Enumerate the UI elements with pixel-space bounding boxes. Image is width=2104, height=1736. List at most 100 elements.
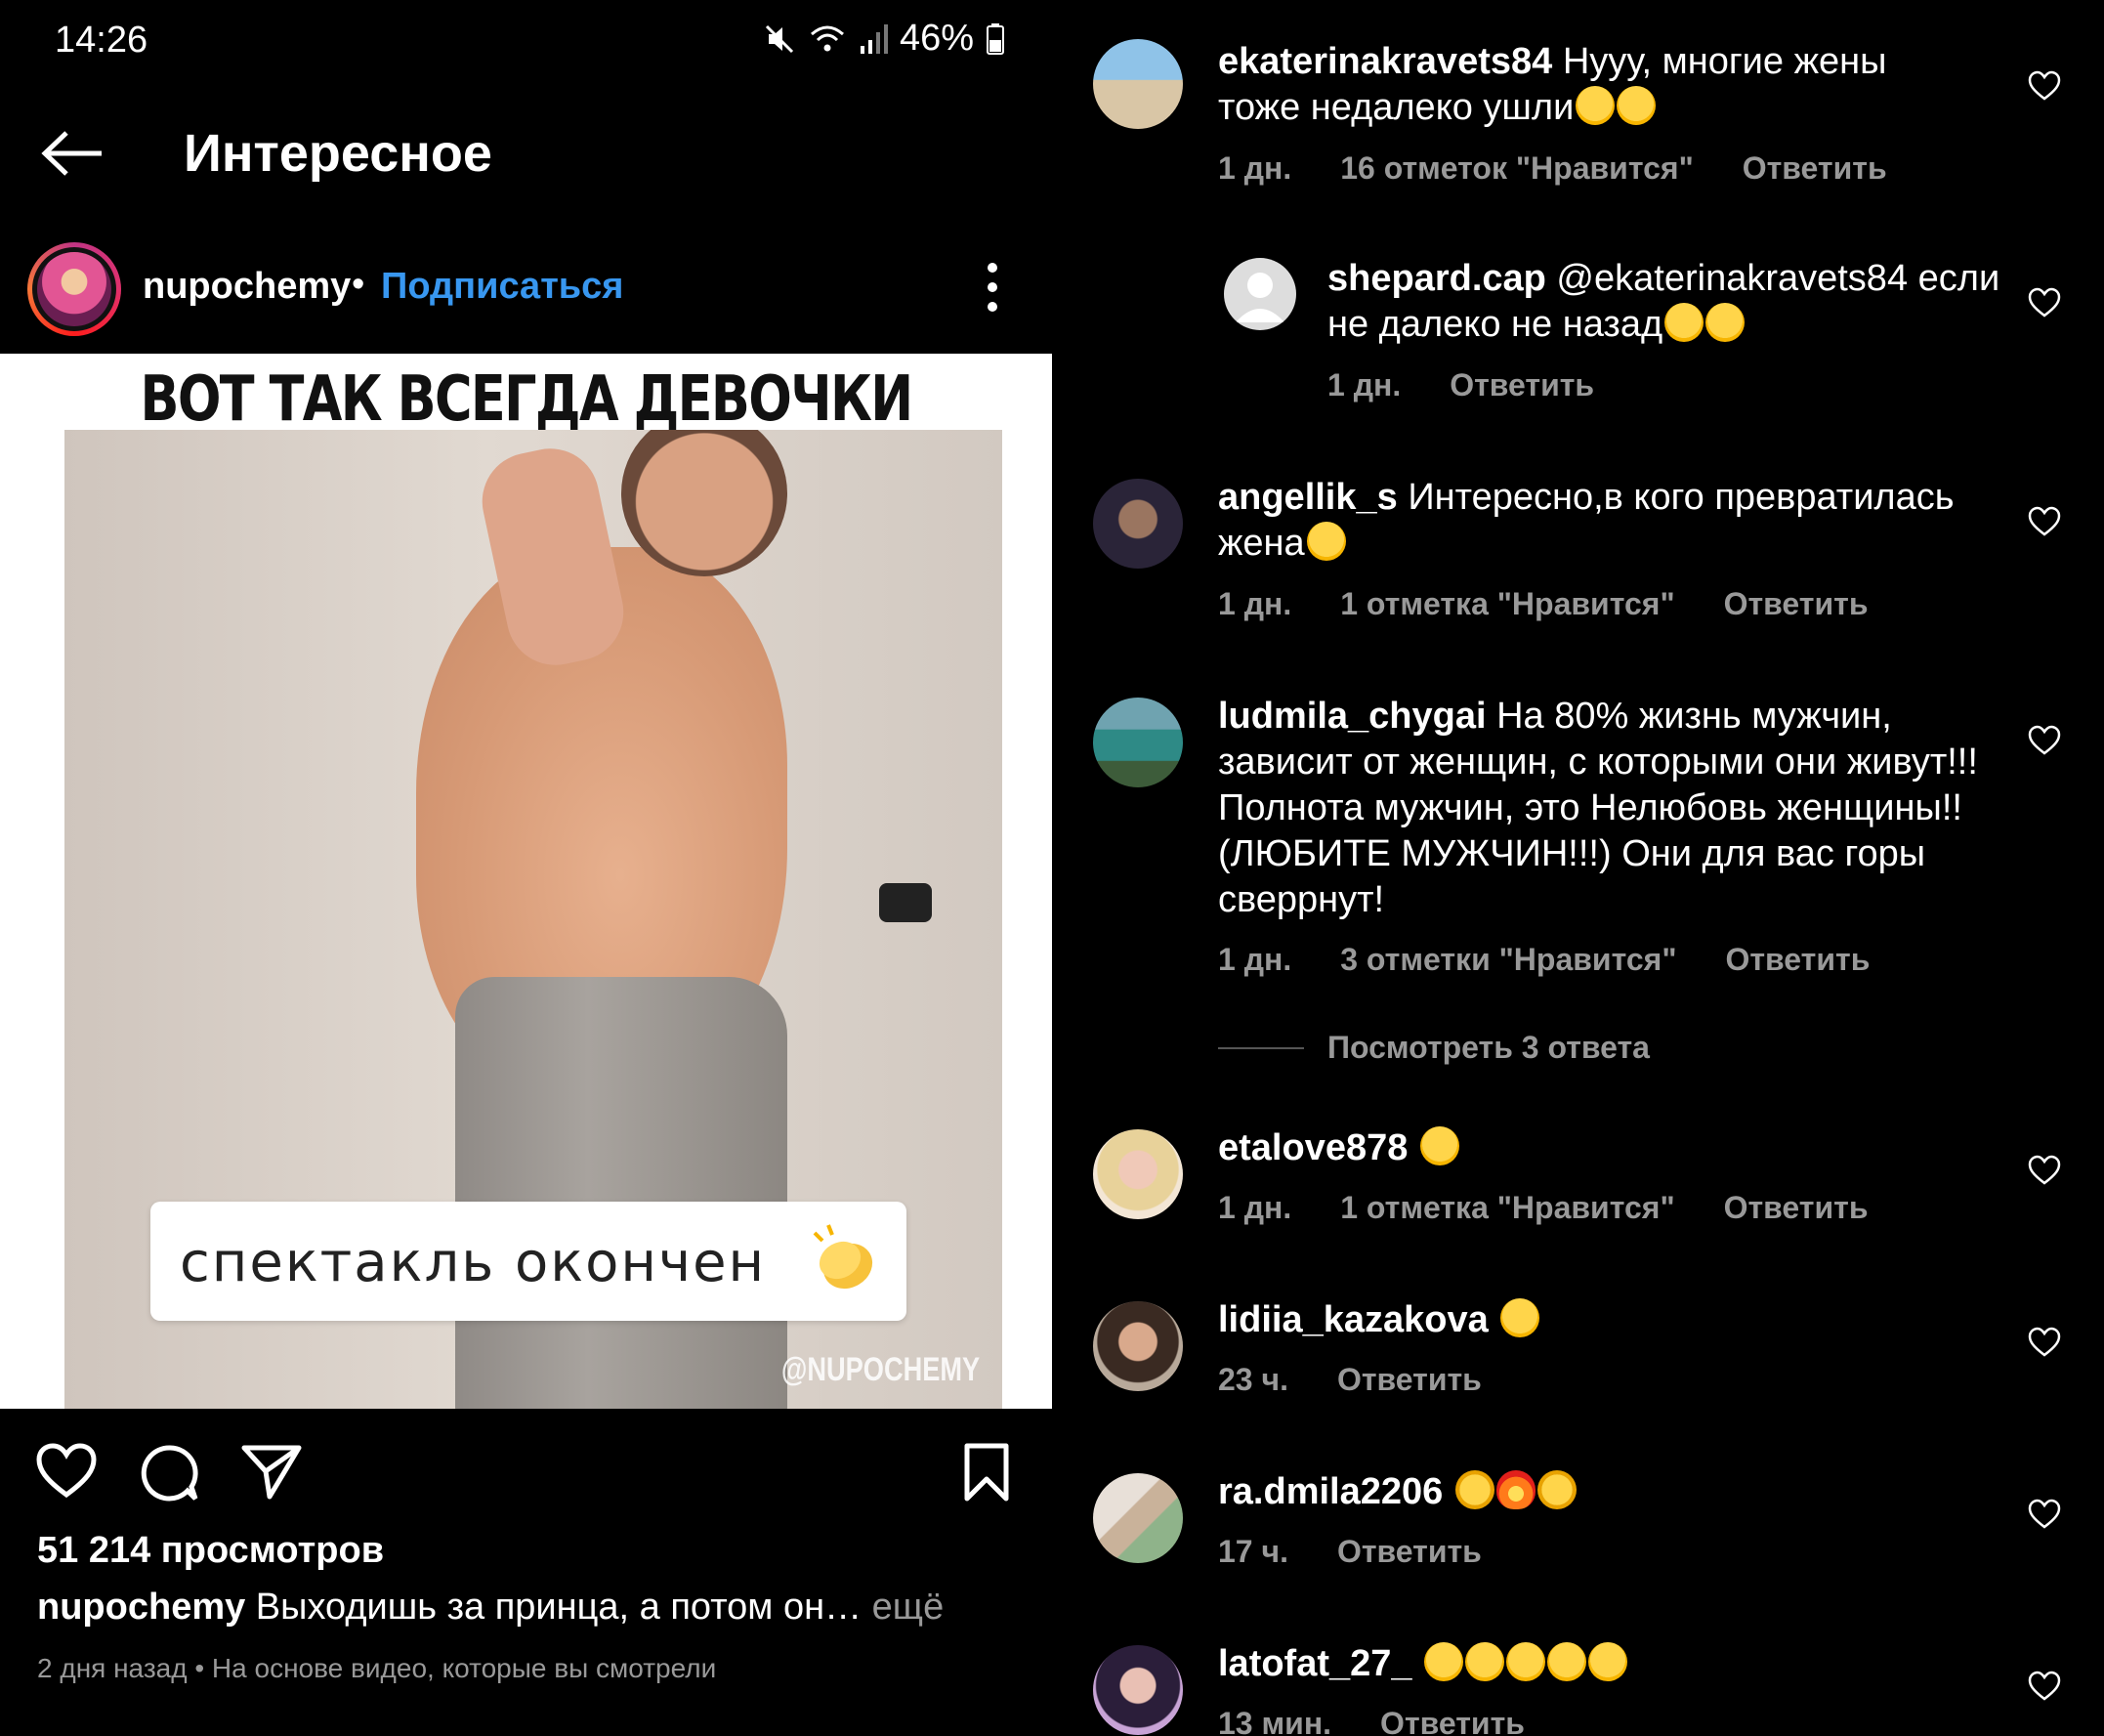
heart-icon[interactable] bbox=[2028, 1671, 2061, 1702]
post-caption: nupochemy Выходишь за принца, а потом он… bbox=[37, 1587, 944, 1629]
heart-icon[interactable] bbox=[2028, 1327, 2061, 1358]
grin-emoji-icon bbox=[1617, 86, 1657, 125]
clapping-hands-icon bbox=[813, 1224, 873, 1290]
post-video[interactable]: ВОТ ТАК ВСЕГДА ДЕВОЧКИ 0:01 спектакль ок… bbox=[0, 354, 1052, 1409]
comment-text: lidiia_kazakova bbox=[1218, 1297, 1960, 1343]
joy-emoji-icon bbox=[1588, 1642, 1628, 1681]
commenter-avatar[interactable] bbox=[1093, 1473, 1183, 1563]
comment-meta: 1 дн. Ответить bbox=[1327, 367, 1643, 403]
signal-icon bbox=[860, 23, 888, 54]
comment-time: 1 дн. bbox=[1218, 586, 1292, 621]
comment-username[interactable]: angellik_s bbox=[1218, 477, 1398, 518]
video-timer: 0:01 bbox=[958, 385, 1031, 426]
caption-username[interactable]: nupochemy bbox=[37, 1587, 245, 1628]
joy-emoji-icon bbox=[1506, 1642, 1546, 1681]
sticker-text: спектакль окончен bbox=[180, 1231, 767, 1294]
share-icon[interactable] bbox=[240, 1442, 303, 1501]
joy-emoji-icon bbox=[1419, 1126, 1459, 1165]
comment-time: 1 дн. bbox=[1218, 942, 1292, 977]
commenter-avatar[interactable] bbox=[1093, 39, 1183, 129]
comment-likes[interactable]: 1 отметка "Нравится" bbox=[1340, 586, 1674, 621]
heart-icon[interactable] bbox=[2028, 70, 2061, 102]
reply-button[interactable]: Ответить bbox=[1337, 1534, 1482, 1569]
heart-icon[interactable] bbox=[2028, 725, 2061, 756]
video-watermark: @NUPOCHEMY bbox=[780, 1351, 980, 1388]
heart-icon[interactable] bbox=[2028, 1155, 2061, 1186]
comment-meta: 13 мин. Ответить bbox=[1218, 1706, 1574, 1736]
comment-time: 1 дн. bbox=[1218, 1190, 1292, 1225]
comment-text: ra.dmila2206 bbox=[1218, 1469, 1960, 1515]
reply-button[interactable]: Ответить bbox=[1337, 1362, 1482, 1397]
post-header: nupochemy • Подписаться bbox=[0, 238, 1052, 336]
reply-button[interactable]: Ответить bbox=[1725, 942, 1870, 977]
status-bar: 14:26 46% bbox=[0, 0, 1052, 88]
comment-username[interactable]: shepard.cap bbox=[1327, 258, 1546, 299]
reply-button[interactable]: Ответить bbox=[1724, 1190, 1869, 1225]
comment-text: ludmila_chygai На 80% жизнь мужчин, зави… bbox=[1218, 696, 1978, 920]
battery-icon bbox=[987, 22, 1004, 55]
video-sticker: спектакль окончен bbox=[150, 1202, 906, 1321]
raised-hands-emoji-icon bbox=[1536, 1470, 1577, 1509]
heart-icon[interactable] bbox=[2028, 506, 2061, 537]
caption-text: Выходишь за принца, а потом он… bbox=[245, 1587, 872, 1628]
commenter-avatar[interactable] bbox=[1093, 1301, 1183, 1391]
reply-button[interactable]: Ответить bbox=[1724, 586, 1869, 621]
caption-more-link[interactable]: ещё bbox=[872, 1587, 945, 1628]
clap-emoji-icon bbox=[1454, 1470, 1494, 1509]
comment-time: 13 мин. bbox=[1218, 1706, 1332, 1736]
heart-icon[interactable] bbox=[2028, 287, 2061, 318]
commenter-avatar[interactable] bbox=[1224, 258, 1296, 330]
comment-username[interactable]: latofat_27_ bbox=[1218, 1643, 1412, 1684]
comment-username[interactable]: lidiia_kazakova bbox=[1218, 1299, 1489, 1340]
bookmark-icon[interactable] bbox=[961, 1442, 1012, 1503]
follow-button[interactable]: Подписаться bbox=[381, 266, 623, 308]
back-arrow-icon[interactable] bbox=[39, 129, 107, 178]
comment-time: 1 дн. bbox=[1327, 367, 1402, 402]
post-meta: 2 дня назад • На основе видео, которые в… bbox=[37, 1653, 717, 1683]
comment-icon[interactable] bbox=[139, 1442, 201, 1503]
joy-emoji-icon bbox=[1500, 1298, 1540, 1337]
comment-text: latofat_27_ bbox=[1218, 1641, 1960, 1687]
commenter-avatar[interactable] bbox=[1093, 1645, 1183, 1735]
joy-emoji-icon bbox=[1547, 1642, 1587, 1681]
reply-button[interactable]: Ответить bbox=[1450, 367, 1594, 402]
more-vertical-icon[interactable] bbox=[981, 260, 1004, 315]
commenter-avatar[interactable] bbox=[1093, 1129, 1183, 1219]
reply-button[interactable]: Ответить bbox=[1380, 1706, 1525, 1736]
comment-text: shepard.cap @ekaterinakravets84 если не … bbox=[1327, 258, 2000, 345]
comment-likes[interactable]: 16 отметок "Нравится" bbox=[1340, 150, 1694, 186]
comment-text: ekaterinakravets84 Нууу, многие жены тож… bbox=[1218, 41, 1887, 128]
comment-likes[interactable]: 3 отметки "Нравится" bbox=[1340, 942, 1676, 977]
comment-meta: 1 дн. 3 отметки "Нравится" Ответить bbox=[1218, 942, 1918, 978]
commenter-avatar[interactable] bbox=[1093, 698, 1183, 787]
commenter-avatar[interactable] bbox=[1093, 479, 1183, 569]
comment-username[interactable]: ra.dmila2206 bbox=[1218, 1471, 1443, 1512]
comment-text: etalove878 bbox=[1218, 1125, 1960, 1171]
post-avatar[interactable] bbox=[27, 242, 121, 336]
comment-username[interactable]: ekaterinakravets84 bbox=[1218, 41, 1552, 82]
reply-button[interactable]: Ответить bbox=[1743, 150, 1887, 186]
wifi-icon bbox=[810, 25, 844, 51]
post-actions bbox=[0, 1434, 1052, 1512]
comment-meta: 1 дн. 1 отметка "Нравится" Ответить bbox=[1218, 586, 1916, 622]
smirk-emoji-icon bbox=[1576, 86, 1616, 125]
page-title: Интересное bbox=[184, 124, 492, 183]
comment-username[interactable]: etalove878 bbox=[1218, 1127, 1408, 1168]
separator-dot: • bbox=[352, 264, 365, 305]
comment-time: 23 ч. bbox=[1218, 1362, 1288, 1397]
grin-emoji-icon bbox=[1705, 303, 1746, 342]
heart-icon[interactable] bbox=[2028, 1499, 2061, 1530]
view-replies-link[interactable]: Посмотреть 3 ответа bbox=[1327, 1030, 1650, 1066]
replies-divider bbox=[1218, 1047, 1304, 1049]
smirk-emoji-icon bbox=[1664, 303, 1704, 342]
post-username[interactable]: nupochemy bbox=[143, 266, 351, 308]
heart-icon[interactable] bbox=[35, 1442, 98, 1501]
comment-username[interactable]: ludmila_chygai bbox=[1218, 696, 1487, 737]
fire-emoji-icon bbox=[1495, 1470, 1536, 1509]
view-count: 51 214 просмотров bbox=[37, 1530, 385, 1571]
top-bar: Интересное bbox=[0, 107, 1052, 195]
comment-likes[interactable]: 1 отметка "Нравится" bbox=[1340, 1190, 1674, 1225]
default-avatar-icon bbox=[1236, 273, 1284, 322]
comment-time: 17 ч. bbox=[1218, 1534, 1288, 1569]
status-icons: 46% bbox=[763, 18, 1005, 60]
